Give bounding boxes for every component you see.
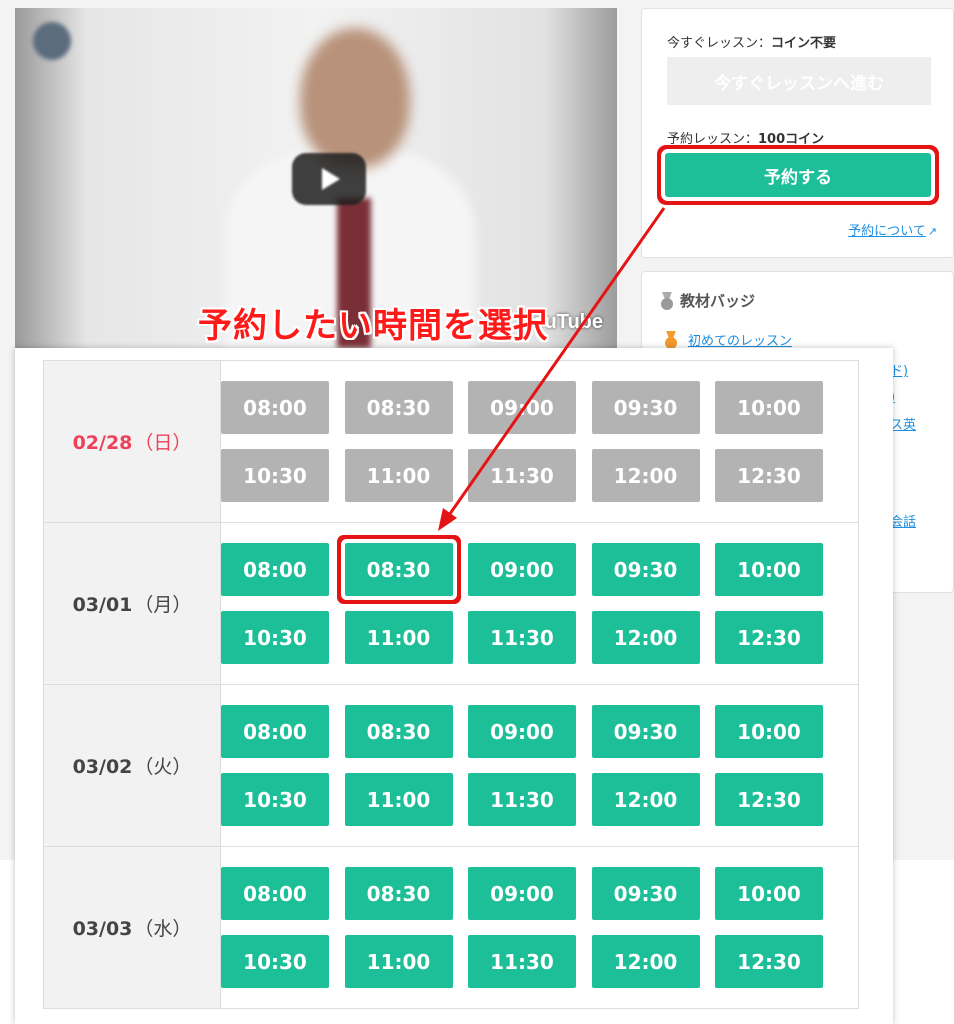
time-slot-button[interactable]: 11:30 <box>468 611 576 664</box>
slot-grid: 08:00 08:30 09:00 09:30 10:00 10:30 11:00 11:30… <box>221 705 858 826</box>
medal-icon <box>664 331 678 349</box>
day-of-week: （火） <box>134 756 192 778</box>
time-slot-button[interactable]: 08:00 <box>221 705 329 758</box>
about-reservation-link[interactable]: 予約について ↗ <box>848 220 937 239</box>
medal-icon <box>660 292 674 310</box>
schedule-slots: 08:00 08:30 09:00 09:30 10:00 10:30 11:00 11:30… <box>220 684 859 847</box>
time-slot-button[interactable]: 09:30 <box>591 867 700 920</box>
video-player[interactable]: YouTube <box>15 8 617 348</box>
time-slot-button[interactable]: 12:30 <box>715 935 823 988</box>
time-slot-button[interactable]: 09:00 <box>468 867 576 920</box>
time-slot-button[interactable]: 12:00 <box>591 773 700 826</box>
slot-grid: 08:00 08:30 09:00 09:30 10:00 10:30 11:00 11:30… <box>221 867 858 988</box>
time-slot-button: 08:00 <box>221 381 329 434</box>
slot-grid: 08:00 08:30 09:00 09:30 10:00 10:30 11:00 11:30… <box>221 381 858 502</box>
time-slot-button[interactable]: 10:30 <box>221 611 329 664</box>
slot-grid: 08:00 08:30 09:00 09:30 10:00 10:30 11:00 11:30… <box>221 543 858 664</box>
reserve-button[interactable]: 予約する <box>665 153 931 197</box>
time-slot-button[interactable]: 09:00 <box>468 705 576 758</box>
schedule-date: 03/02 （火） <box>43 684 221 847</box>
schedule-row: 03/02 （火） 08:00 08:30 09:00 09:30 10:00 10:30 11… <box>43 684 859 847</box>
time-slot-button[interactable]: 12:00 <box>591 935 700 988</box>
day-of-week: （日） <box>134 432 192 454</box>
external-link-icon: ↗ <box>927 225 937 238</box>
time-slot-button[interactable]: 11:00 <box>344 773 453 826</box>
time-slot-button[interactable]: 11:00 <box>344 611 453 664</box>
time-slot-button: 10:30 <box>221 449 329 502</box>
date-text: 03/01 <box>72 594 133 616</box>
time-slot-button[interactable]: 10:30 <box>221 935 329 988</box>
reserve-lesson-cost: 100コイン <box>758 132 825 147</box>
schedule-slots: 08:00 08:30 09:00 09:30 10:00 10:30 11:00 11:30… <box>220 360 859 523</box>
time-slot-button: 09:30 <box>591 381 700 434</box>
time-slot-button[interactable]: 10:30 <box>221 773 329 826</box>
time-slot-button[interactable]: 10:00 <box>715 867 823 920</box>
time-slot-button[interactable]: 10:00 <box>715 705 823 758</box>
badge-link-peek-4[interactable]: 会話 <box>890 511 916 530</box>
schedule-row: 03/03 （水） 08:00 08:30 09:00 09:30 10:00 10:30 11… <box>43 846 859 1009</box>
time-slot-button[interactable]: 09:00 <box>468 543 576 596</box>
time-slot-button[interactable]: 09:30 <box>591 543 700 596</box>
date-text: 03/03 <box>72 918 133 940</box>
date-text: 02/28 <box>72 432 133 454</box>
time-slot-button[interactable]: 08:00 <box>221 543 329 596</box>
booking-card: 今すぐレッスン：コイン不要 今すぐレッスンへ進む 予約レッスン：100コイン 予… <box>641 8 954 258</box>
reserve-lesson-prefix: 予約レッスン： <box>667 132 759 147</box>
time-slot-button[interactable]: 12:00 <box>591 611 700 664</box>
now-lesson-label: 今すぐレッスン：コイン不要 <box>667 32 836 51</box>
now-lesson-cost: コイン不要 <box>771 36 837 51</box>
time-slot-button[interactable]: 11:30 <box>468 935 576 988</box>
time-slot-button[interactable]: 10:00 <box>715 543 823 596</box>
channel-avatar[interactable] <box>33 22 71 60</box>
annotation-caption: 予約したい時間を選択 <box>198 306 548 346</box>
time-slot-button[interactable]: 09:30 <box>591 705 700 758</box>
badge-first-lesson[interactable]: 初めてのレッスン <box>664 330 792 349</box>
badge-section-title: 教材バッジ <box>660 290 755 311</box>
schedule-slots: 08:00 08:30 09:00 09:30 10:00 10:30 11:00 11:30… <box>220 522 859 685</box>
about-reservation-text: 予約について <box>848 224 926 239</box>
time-slot-button[interactable]: 08:30 <box>344 543 453 596</box>
time-slot-button[interactable]: 08:00 <box>221 867 329 920</box>
schedule-table: 02/28 （日） 08:00 08:30 09:00 09:30 10:00 10:30 11… <box>43 360 859 1009</box>
day-of-week: （月） <box>134 594 192 616</box>
badge-first-lesson-text: 初めてのレッスン <box>688 334 793 349</box>
badge-link-peek-3[interactable]: ス英 <box>890 414 916 433</box>
schedule-panel: 02/28 （日） 08:00 08:30 09:00 09:30 10:00 10:30 11… <box>15 348 893 1024</box>
time-slot-button: 12:30 <box>715 449 823 502</box>
time-slot-button[interactable]: 08:30 <box>344 867 453 920</box>
time-slot-button[interactable]: 08:30 <box>344 705 453 758</box>
time-slot-button: 08:30 <box>344 381 453 434</box>
schedule-row: 02/28 （日） 08:00 08:30 09:00 09:30 10:00 10:30 11… <box>43 360 859 523</box>
time-slot-button: 09:00 <box>468 381 576 434</box>
time-slot-button[interactable]: 12:30 <box>715 773 823 826</box>
schedule-date: 03/01 （月） <box>43 522 221 685</box>
schedule-date: 03/03 （水） <box>43 846 221 1009</box>
time-slot-button: 10:00 <box>715 381 823 434</box>
date-text: 03/02 <box>72 756 133 778</box>
time-slot-button: 11:00 <box>344 449 453 502</box>
time-slot-button[interactable]: 12:30 <box>715 611 823 664</box>
schedule-slots: 08:00 08:30 09:00 09:30 10:00 10:30 11:00 11:30… <box>220 846 859 1009</box>
play-icon[interactable] <box>292 153 366 205</box>
video-person-head <box>300 28 410 168</box>
time-slot-button[interactable]: 11:00 <box>344 935 453 988</box>
badge-title-text: 教材バッジ <box>680 292 756 310</box>
lesson-now-button[interactable]: 今すぐレッスンへ進む <box>667 57 931 105</box>
schedule-date: 02/28 （日） <box>43 360 221 523</box>
day-of-week: （水） <box>134 918 192 940</box>
time-slot-button[interactable]: 11:30 <box>468 773 576 826</box>
time-slot-button: 11:30 <box>468 449 576 502</box>
reserve-lesson-label: 予約レッスン：100コイン <box>667 128 824 147</box>
schedule-row: 03/01 （月） 08:00 08:30 09:00 09:30 10:00 10:30 11… <box>43 522 859 685</box>
time-slot-button: 12:00 <box>591 449 700 502</box>
now-lesson-prefix: 今すぐレッスン： <box>667 36 772 51</box>
